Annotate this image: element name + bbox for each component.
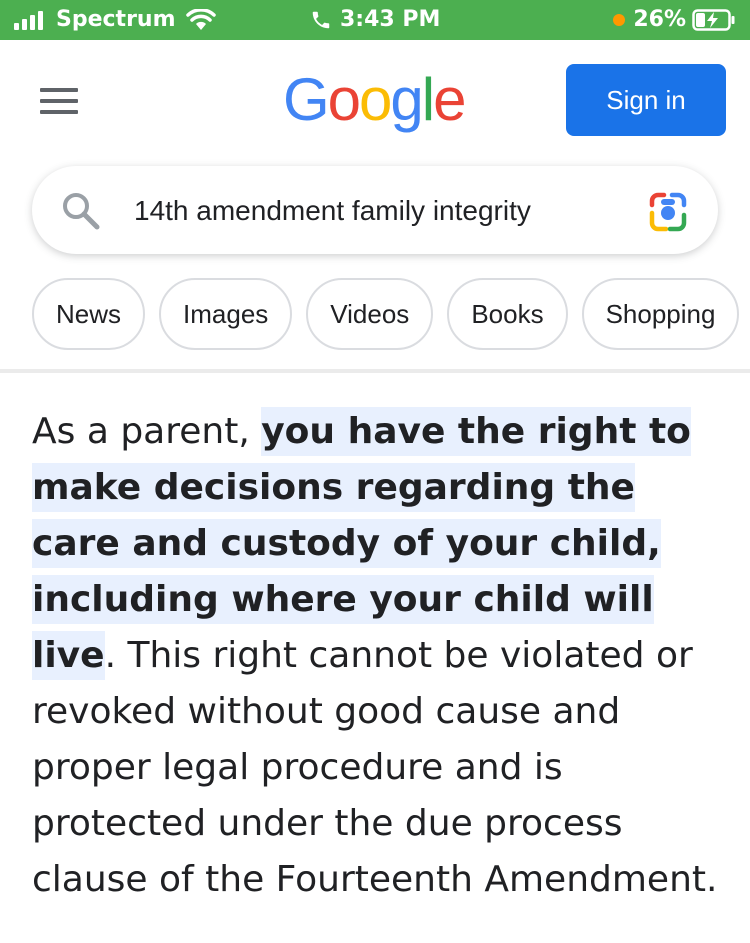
logo-letter: o [327, 66, 361, 133]
logo-letter: o [359, 66, 392, 133]
snippet-text-after: . This right cannot be violated or revok… [32, 635, 718, 900]
menu-icon[interactable] [40, 88, 78, 114]
status-center: 3:43 PM [310, 7, 440, 32]
chip-news[interactable]: News [32, 278, 146, 350]
wifi-icon [185, 8, 216, 30]
status-right: 26% [613, 7, 736, 32]
battery-percent: 26% [633, 7, 686, 32]
snippet-text-before: As a parent, [32, 411, 262, 452]
logo-letter: l [421, 66, 435, 133]
chip-books[interactable]: Books [447, 278, 568, 350]
sign-in-button[interactable]: Sign in [566, 64, 726, 136]
search-input[interactable] [134, 192, 614, 230]
battery-charging-icon [692, 8, 735, 31]
chip-videos[interactable]: Videos [306, 278, 434, 350]
phone-icon [312, 11, 330, 28]
filter-chips: News Images Videos Books Shopping [32, 278, 750, 350]
privacy-indicator [613, 13, 626, 26]
logo-letter: G [283, 66, 330, 133]
signal-icon [14, 10, 46, 30]
chip-shopping[interactable]: Shopping [581, 278, 740, 350]
featured-snippet: As a parent, you have the right to make … [32, 404, 732, 908]
status-bar: Spectrum 3:43 PM 26% [0, 0, 750, 40]
logo-letter: g [390, 66, 423, 133]
divider [0, 369, 750, 373]
google-lens-icon[interactable] [646, 191, 690, 235]
chip-images[interactable]: Images [159, 278, 293, 350]
search-icon[interactable] [60, 190, 102, 232]
google-logo[interactable]: Google [283, 64, 467, 136]
carrier-name: Spectrum [56, 7, 176, 32]
logo-letter: e [433, 66, 466, 133]
search-box[interactable] [32, 166, 718, 254]
clock: 3:43 PM [340, 7, 441, 32]
status-left: Spectrum [14, 7, 216, 32]
